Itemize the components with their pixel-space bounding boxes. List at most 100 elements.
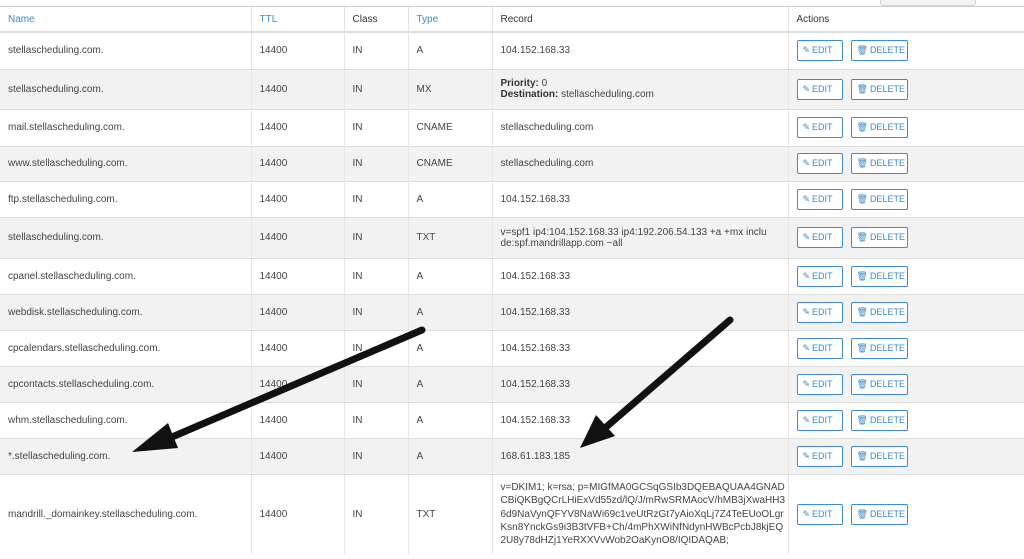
dns-zone-editor: Name TTL Class Type Record Actions stell… <box>0 0 1024 559</box>
record-name: stellascheduling.com. <box>0 68 252 109</box>
table-row: mail.stellascheduling.com. 14400 IN CNAM… <box>0 108 1024 146</box>
record-value: v=DKIM1; k=rsa; p=MIGfMA0GCSqGSIb3DQEBAQ… <box>492 473 789 554</box>
record-value: 104.152.168.33 <box>492 180 789 217</box>
record-type: A <box>408 365 493 402</box>
record-class: IN <box>344 401 409 438</box>
record-class: IN <box>344 365 409 402</box>
edit-button-label: EDIT <box>812 508 833 519</box>
trash-icon: 🗑 <box>856 306 868 317</box>
edit-button[interactable]: ✎ EDIT <box>796 503 843 525</box>
edit-button[interactable]: ✎ EDIT <box>796 78 843 100</box>
edit-button[interactable]: ✎ EDIT <box>796 40 843 62</box>
record-actions: ✎ EDIT 🗑 DELETE <box>788 329 1024 366</box>
delete-button[interactable]: 🗑 DELETE <box>850 301 908 323</box>
record-value: v=spf1 ip4:104.152.168.33 ip4:192.206.54… <box>492 216 789 258</box>
column-header-name[interactable]: Name <box>0 7 252 33</box>
delete-button[interactable]: 🗑 DELETE <box>850 445 908 467</box>
record-type: A <box>408 329 493 366</box>
delete-button-label: DELETE <box>869 193 905 204</box>
record-type: A <box>408 401 493 438</box>
delete-button-label: DELETE <box>869 83 905 94</box>
table-row: stellascheduling.com. 14400 IN A 104.152… <box>0 31 1024 69</box>
record-actions: ✎ EDIT 🗑 DELETE <box>788 257 1024 294</box>
delete-button-label: DELETE <box>869 450 905 461</box>
column-header-type[interactable]: Type <box>408 7 493 33</box>
record-type: TXT <box>408 216 493 258</box>
delete-button[interactable]: 🗑 DELETE <box>850 153 908 174</box>
record-value: 104.152.168.33 <box>492 31 789 69</box>
txt-line: v=spf1 ip4:104.152.168.33 ip4:192.206.54… <box>500 226 767 238</box>
table-row: stellascheduling.com. 14400 IN TXT v=spf… <box>0 216 1024 258</box>
record-value: 104.152.168.33 <box>492 401 789 438</box>
record-class: IN <box>344 257 409 294</box>
table-row: stellascheduling.com. 14400 IN MX Priori… <box>0 68 1024 109</box>
trash-icon: 🗑 <box>856 450 868 461</box>
edit-button[interactable]: ✎ EDIT <box>796 373 843 395</box>
record-name: webdisk.stellascheduling.com. <box>0 293 252 330</box>
delete-button-label: DELETE <box>869 508 905 519</box>
delete-button-label: DELETE <box>869 122 905 132</box>
edit-button[interactable]: ✎ EDIT <box>796 153 843 174</box>
delete-button-label: DELETE <box>869 270 905 281</box>
dns-records-table: Name TTL Class Type Record Actions stell… <box>0 7 1024 554</box>
trash-icon: 🗑 <box>856 342 868 353</box>
trash-icon: 🗑 <box>856 193 868 204</box>
delete-button-label: DELETE <box>869 306 905 317</box>
record-name: *.stellascheduling.com. <box>0 437 252 474</box>
edit-button[interactable]: ✎ EDIT <box>796 301 843 323</box>
record-class: IN <box>344 31 409 69</box>
table-row: whm.stellascheduling.com. 14400 IN A 104… <box>0 401 1024 438</box>
delete-button[interactable]: 🗑 DELETE <box>850 188 908 210</box>
edit-button[interactable]: ✎ EDIT <box>796 188 843 210</box>
delete-button[interactable]: 🗑 DELETE <box>850 40 908 62</box>
table-row: cpanel.stellascheduling.com. 14400 IN A … <box>0 257 1024 294</box>
edit-button[interactable]: ✎ EDIT <box>796 265 843 287</box>
record-value: 168.61.183.185 <box>492 437 789 474</box>
record-ttl: 14400 <box>251 401 345 438</box>
edit-button-label: EDIT <box>812 306 833 317</box>
delete-button[interactable]: 🗑 DELETE <box>850 227 908 248</box>
edit-button[interactable]: ✎ EDIT <box>796 409 843 431</box>
record-class: IN <box>344 473 409 554</box>
record-ttl: 14400 <box>251 365 345 402</box>
record-name: ftp.stellascheduling.com. <box>0 180 252 217</box>
record-name: stellascheduling.com. <box>0 31 252 69</box>
txt-line: de:spf.mandrillapp.com ~all <box>500 237 623 249</box>
record-ttl: 14400 <box>251 329 345 366</box>
delete-button[interactable]: 🗑 DELETE <box>850 503 908 525</box>
trash-icon: 🗑 <box>856 270 868 281</box>
trash-icon: 🗑 <box>856 45 868 56</box>
table-row: ftp.stellascheduling.com. 14400 IN A 104… <box>0 180 1024 217</box>
delete-button[interactable]: 🗑 DELETE <box>850 409 908 431</box>
record-value: stellascheduling.com <box>492 145 789 181</box>
record-ttl: 14400 <box>251 293 345 330</box>
pencil-icon: ✎ <box>802 306 811 317</box>
delete-button[interactable]: 🗑 DELETE <box>850 373 908 395</box>
pencil-icon: ✎ <box>802 232 811 242</box>
delete-button[interactable]: 🗑 DELETE <box>850 117 908 138</box>
record-ttl: 14400 <box>251 180 345 217</box>
table-row: mandrill._domainkey.stellascheduling.com… <box>0 473 1024 554</box>
record-ttl: 14400 <box>251 68 345 109</box>
delete-button[interactable]: 🗑 DELETE <box>850 265 908 287</box>
table-header-row: Name TTL Class Type Record Actions <box>0 7 1024 33</box>
record-actions: ✎ EDIT 🗑 DELETE <box>788 180 1024 217</box>
record-class: IN <box>344 293 409 330</box>
delete-button[interactable]: 🗑 DELETE <box>850 78 908 100</box>
edit-button[interactable]: ✎ EDIT <box>796 337 843 359</box>
column-header-actions: Actions <box>788 7 1024 33</box>
delete-button[interactable]: 🗑 DELETE <box>850 337 908 359</box>
pencil-icon: ✎ <box>802 450 811 461</box>
record-class: IN <box>344 329 409 366</box>
pencil-icon: ✎ <box>802 342 811 353</box>
edit-button[interactable]: ✎ EDIT <box>796 227 843 248</box>
edit-button-label: EDIT <box>812 193 833 204</box>
edit-button[interactable]: ✎ EDIT <box>796 445 843 467</box>
edit-button-label: EDIT <box>812 450 833 461</box>
edit-button-label: EDIT <box>812 342 833 353</box>
record-type: A <box>408 180 493 217</box>
record-class: IN <box>344 145 409 181</box>
column-header-ttl[interactable]: TTL <box>251 7 345 33</box>
edit-button[interactable]: ✎ EDIT <box>796 117 843 138</box>
record-actions: ✎ EDIT 🗑 DELETE <box>788 293 1024 330</box>
